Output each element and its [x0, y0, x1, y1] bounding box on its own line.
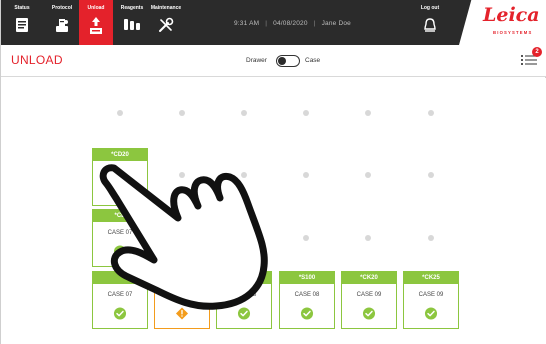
cassette-case: CASE 08	[231, 292, 257, 298]
logout-button[interactable]: Log out	[413, 0, 447, 45]
empty-slot[interactable]	[428, 235, 434, 241]
warning-icon	[175, 307, 189, 320]
current-user: Jane Doe	[321, 20, 351, 27]
brand-logo: Leica	[483, 4, 540, 26]
empty-slot[interactable]	[303, 110, 309, 116]
clock-time: 9:31 AM	[233, 20, 260, 27]
page-header: UNLOAD Drawer Case 2	[1, 45, 546, 77]
cassette-slot[interactable]: *CD CASE 07	[92, 209, 148, 267]
current-date: 04/08/2020	[273, 20, 308, 27]
empty-slot[interactable]	[241, 172, 247, 178]
slot-grid: *CD20 *CD CASE 07 CASE 07 CASE 07 *BF67 …	[1, 78, 546, 344]
cassette-slot[interactable]: CASE 07	[154, 271, 210, 329]
top-navigation-bar: Status Protocol Unload Reagents Maintena…	[1, 0, 546, 45]
cassette-slot[interactable]: *S100 CASE 08	[279, 271, 335, 329]
nav-reagents[interactable]: Reagents	[115, 0, 149, 45]
nav-maintenance-label: Maintenance	[150, 5, 182, 11]
empty-slot[interactable]	[365, 110, 371, 116]
empty-slot[interactable]	[428, 110, 434, 116]
protocol-icon	[56, 19, 68, 32]
cassette-label	[155, 272, 209, 284]
toggle-drawer-label: Drawer	[246, 57, 267, 64]
nav-maintenance[interactable]: Maintenance	[149, 0, 183, 45]
toggle-knob	[278, 57, 286, 65]
app-window: Status Protocol Unload Reagents Maintena…	[0, 0, 546, 344]
cassette-label: *CD20	[93, 149, 147, 161]
cassette-case: CASE 07	[107, 292, 133, 298]
nav-unload[interactable]: Unload	[79, 0, 113, 45]
nav-protocol-label: Protocol	[51, 5, 73, 11]
nav-status[interactable]: Status	[5, 0, 39, 45]
nav-unload-label: Unload	[87, 5, 105, 11]
brand-subtitle: BIOSYSTEMS	[493, 30, 533, 35]
notification-badge: 2	[532, 47, 542, 57]
cassette-label: *CK25	[404, 272, 458, 284]
check-circle-icon	[362, 307, 376, 320]
drawer-case-toggle[interactable]	[276, 55, 300, 67]
check-circle-icon	[424, 307, 438, 320]
page-title: UNLOAD	[11, 53, 63, 67]
empty-slot[interactable]	[365, 172, 371, 178]
check-circle-icon	[113, 245, 127, 258]
cassette-slot[interactable]: CASE 07	[92, 271, 148, 329]
cassette-case: CASE 08	[294, 292, 320, 298]
nav-protocol[interactable]: Protocol	[45, 0, 79, 45]
maintenance-icon	[159, 17, 174, 32]
check-circle-icon	[113, 307, 127, 320]
empty-slot[interactable]	[365, 235, 371, 241]
cassette-label: *CD	[93, 210, 147, 222]
empty-slot[interactable]	[117, 110, 123, 116]
cassette-slot[interactable]: *CK25 CASE 09	[403, 271, 459, 329]
empty-slot[interactable]	[303, 235, 309, 241]
empty-slot[interactable]	[241, 110, 247, 116]
brand-logo-area: Leica BIOSYSTEMS	[459, 0, 546, 45]
cassette-label: *BF67	[217, 272, 271, 284]
cassette-case: CASE 07	[169, 292, 195, 298]
unload-icon	[90, 17, 102, 34]
cassette-label	[93, 272, 147, 284]
task-list-button[interactable]: 2	[521, 47, 542, 67]
nav-status-label: Status	[14, 5, 30, 11]
topbar-session-info: 9:31 AM | 04/08/2020 | Jane Doe	[233, 20, 351, 27]
reagents-icon	[124, 19, 140, 30]
cassette-label: *CK20	[342, 272, 396, 284]
user-icon	[424, 18, 436, 32]
cassette-case: CASE 09	[356, 292, 382, 298]
cassette-case: CASE 07	[107, 230, 133, 236]
cassette-slot[interactable]: *CD20	[92, 148, 148, 206]
empty-slot[interactable]	[428, 172, 434, 178]
cassette-label: *S100	[280, 272, 334, 284]
cassette-case: CASE 09	[418, 292, 444, 298]
check-circle-icon	[237, 307, 251, 320]
cassette-slot[interactable]: *BF67 CASE 08	[216, 271, 272, 329]
cassette-slot[interactable]: *CK20 CASE 09	[341, 271, 397, 329]
status-icon	[16, 18, 28, 32]
empty-slot[interactable]	[179, 110, 185, 116]
logout-label: Log out	[420, 5, 440, 11]
empty-slot[interactable]	[179, 172, 185, 178]
toggle-case-label: Case	[305, 57, 321, 64]
check-circle-icon	[300, 307, 314, 320]
nav-reagents-label: Reagents	[120, 5, 144, 11]
empty-slot[interactable]	[303, 172, 309, 178]
